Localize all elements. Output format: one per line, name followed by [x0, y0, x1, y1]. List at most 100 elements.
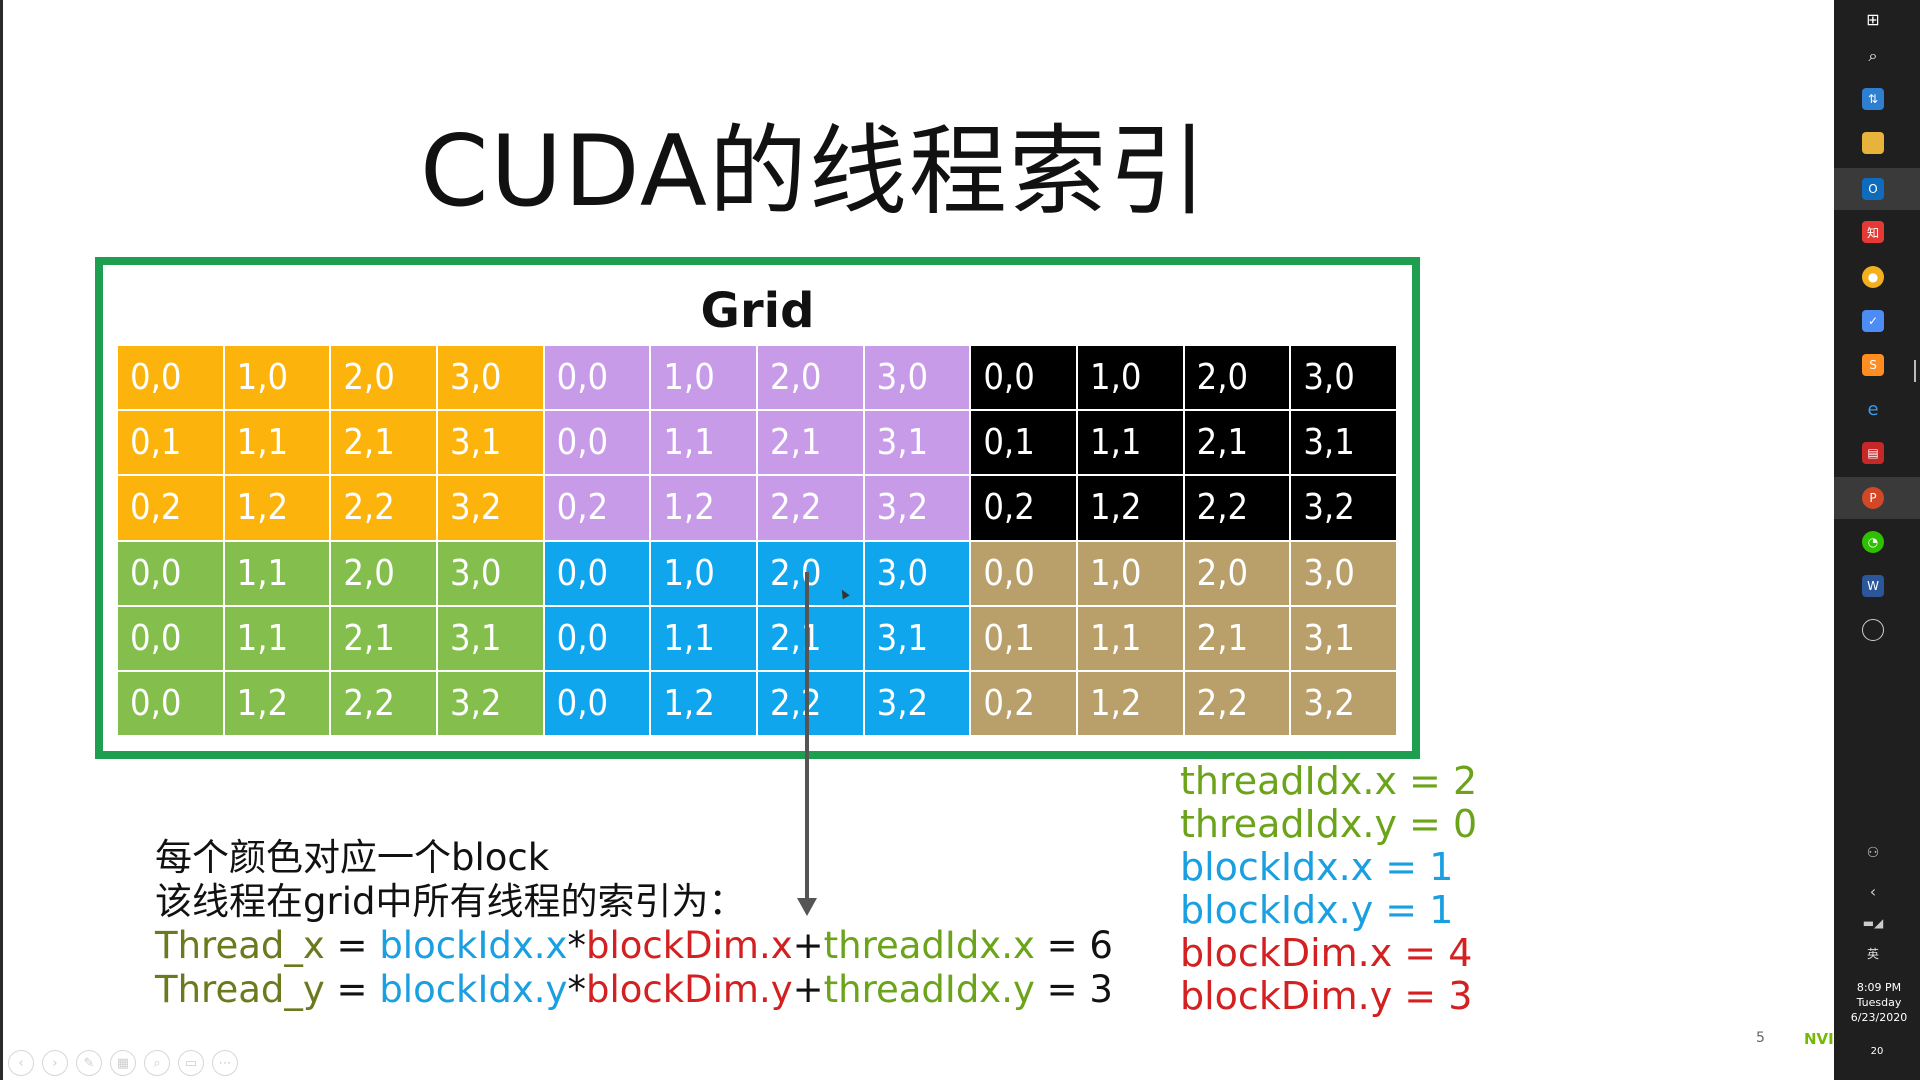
wechat-icon[interactable]: ◔: [1862, 531, 1884, 553]
eq-x-result: = 6: [1034, 924, 1113, 967]
grid-cell: 1,1: [224, 411, 330, 475]
explanation-line-1: 每个颜色对应一个block: [155, 836, 550, 879]
outlook-icon[interactable]: O: [1862, 178, 1884, 200]
grid-cell: 2,2: [1184, 671, 1290, 735]
grid-cell: 0,0: [544, 346, 650, 410]
eq-y-blockdim: blockDim.y: [585, 968, 793, 1011]
eq-y-threadidx: threadIdx.y: [823, 968, 1035, 1011]
grid-cell: 3,1: [437, 411, 543, 475]
file-explorer-icon[interactable]: [1862, 132, 1884, 154]
grid-cell: 3,0: [864, 346, 970, 410]
grid-cell: 2,1: [1184, 606, 1290, 670]
grid-cell: 1,1: [1077, 606, 1183, 670]
clock-date: 6/23/2020: [1850, 1011, 1908, 1024]
grid-cell: 0,0: [118, 671, 223, 735]
grid-cell: 0,0: [544, 541, 650, 605]
zoom-icon[interactable]: ⌕: [144, 1050, 170, 1076]
grid-cell: 2,0: [757, 346, 863, 410]
network-icon[interactable]: ⇅: [1862, 88, 1884, 110]
powerpoint-icon[interactable]: P: [1862, 487, 1884, 509]
grid-cell: 1,2: [651, 671, 756, 735]
search-icon[interactable]: ⌕: [1862, 45, 1884, 67]
notification-count[interactable]: 20: [1864, 1040, 1890, 1062]
obs-icon[interactable]: [1862, 619, 1884, 641]
grid-cell: 1,2: [1077, 671, 1183, 735]
grid-cell: 3,2: [437, 476, 543, 540]
grid-cell: 2,2: [331, 671, 436, 735]
eq-x-plus: +: [792, 924, 824, 967]
grid-cell: 3,0: [437, 541, 543, 605]
grid-cell: 2,0: [1184, 346, 1290, 410]
grid-cell: 2,2: [1184, 476, 1290, 540]
people-icon[interactable]: ⚇: [1862, 842, 1884, 864]
grid-cell: 0,1: [118, 411, 223, 475]
index-value-line: blockIdx.y = 1: [1180, 888, 1454, 932]
grid-cell: 3,0: [864, 541, 970, 605]
slides-overview-icon[interactable]: ▦: [110, 1050, 136, 1076]
slide-left-border: [0, 0, 3, 1080]
grid-cell: 1,0: [224, 346, 330, 410]
index-value-line: blockDim.y = 3: [1180, 974, 1473, 1018]
explanation-line-2: 该线程在grid中所有线程的索引为：: [155, 880, 746, 923]
grid-cell: 0,2: [118, 476, 223, 540]
grid-cell: 2,0: [331, 346, 436, 410]
subtitles-icon[interactable]: ▭: [178, 1050, 204, 1076]
windows-icon[interactable]: ⊞: [1862, 8, 1884, 30]
index-value-line: blockIdx.x = 1: [1180, 845, 1454, 889]
grid-cell: 3,1: [864, 606, 970, 670]
grid-cell: 2,0: [1184, 541, 1290, 605]
ime-indicator[interactable]: 英: [1862, 942, 1884, 964]
equation-thread-x: Thread_x = blockIdx.x*blockDim.x+threadI…: [155, 924, 1113, 968]
grid-cell: 3,1: [437, 606, 543, 670]
grid-cell: 3,2: [1291, 671, 1396, 735]
grid-cell: 0,2: [544, 476, 650, 540]
grid-cell: 1,1: [224, 541, 330, 605]
calendar-icon[interactable]: ▤: [1862, 442, 1884, 464]
grid-cell: 2,1: [757, 411, 863, 475]
grid-cell: 3,0: [437, 346, 543, 410]
grid-cell: 1,2: [224, 476, 330, 540]
pen-icon[interactable]: ✎: [76, 1050, 102, 1076]
more-options-icon[interactable]: ⋯: [212, 1050, 238, 1076]
grid-cell: 2,2: [757, 671, 863, 735]
grid-cell: 1,1: [651, 411, 756, 475]
word-icon[interactable]: W: [1862, 575, 1884, 597]
thread-grid: 0,0 1,0 2,0 3,0 0,0 1,0 2,0 3,0 0,0 1,0 2,0 3,0 0,1 1…: [118, 346, 1396, 735]
previous-slide-icon[interactable]: ‹: [8, 1050, 34, 1076]
index-value-line: threadIdx.y = 0: [1180, 802, 1478, 846]
grid-cell: 1,1: [1077, 411, 1183, 475]
grid-cell: 0,0: [118, 346, 223, 410]
battery-wifi-icon[interactable]: ▬◢: [1862, 912, 1884, 934]
ie-icon[interactable]: e: [1862, 398, 1884, 420]
slide-canvas: CUDA的线程索引 Grid 0,0 1,0 2,0 3,0 0,0 1,0 2,0 3,0 0…: [0, 0, 1863, 1080]
taskbar-clock[interactable]: 8:09 PM Tuesday 6/23/2020: [1846, 980, 1912, 1025]
grid-cell: 0,1: [971, 411, 1076, 475]
eq-y-result: = 3: [1034, 968, 1113, 1011]
next-slide-icon[interactable]: ›: [42, 1050, 68, 1076]
eq-x-blockdim: blockDim.x: [585, 924, 793, 967]
grid-cell: 1,2: [651, 476, 756, 540]
index-value-line: threadIdx.x = 2: [1180, 759, 1478, 803]
show-hidden-icons-icon[interactable]: ‹: [1862, 880, 1884, 902]
grid-cell: 3,0: [1291, 541, 1396, 605]
grid-cell: 3,1: [1291, 606, 1396, 670]
grid-cell: 1,0: [651, 541, 756, 605]
grid-cell: 2,2: [331, 476, 436, 540]
eq-y-star: *: [567, 968, 586, 1011]
windows-taskbar: ⊞ ⌕ ⇅ O 知 ● ✓ S e ▤ P ◔ W ⚇ ‹ ▬◢ 英 20: [1834, 0, 1920, 1080]
grid-cell: 3,0: [1291, 346, 1396, 410]
grid-cell: 3,2: [864, 476, 970, 540]
grid-cell: 1,2: [224, 671, 330, 735]
feishu-icon[interactable]: ✓: [1862, 310, 1884, 332]
slide-title: CUDA的线程索引: [420, 115, 1209, 229]
grid-cell: 3,2: [1291, 476, 1396, 540]
eq-y-thread: Thread_y: [155, 968, 325, 1011]
grid-cell: 3,1: [864, 411, 970, 475]
eq-x-equals: =: [324, 924, 380, 967]
grid-cell: 0,0: [544, 411, 650, 475]
sublime-icon[interactable]: S: [1862, 354, 1884, 376]
app-red-icon[interactable]: 知: [1862, 221, 1884, 243]
chrome-icon[interactable]: ●: [1862, 266, 1884, 288]
grid-cell: 1,0: [1077, 346, 1183, 410]
grid-cell: 3,2: [437, 671, 543, 735]
